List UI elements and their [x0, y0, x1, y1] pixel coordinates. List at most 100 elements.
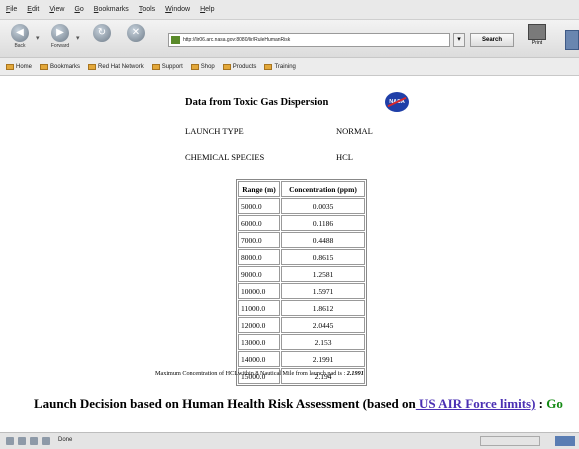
status-text: Done: [58, 437, 73, 443]
reload-icon: ↻: [93, 24, 111, 42]
bookmark-bookmarks[interactable]: Bookmarks: [40, 63, 81, 70]
bookmark-label: Products: [232, 63, 257, 70]
range-cell: 5000.0: [238, 198, 280, 214]
folder-icon: [151, 63, 160, 70]
online-status-icon: [555, 436, 575, 446]
menu-help[interactable]: Help: [200, 6, 214, 13]
chemical-species-label: CHEMICAL SPECIES: [185, 152, 265, 162]
bookmark-label: Bookmarks: [50, 63, 81, 70]
mail-icon[interactable]: [6, 437, 14, 445]
reload-button[interactable]: ↻: [88, 24, 116, 54]
range-cell: 6000.0: [238, 215, 280, 231]
table-row: 11000.0 1.8612: [238, 300, 365, 316]
range-cell: 12000.0: [238, 317, 280, 333]
menu-tools[interactable]: Tools: [139, 6, 155, 13]
search-button[interactable]: Search: [470, 33, 514, 47]
print-label: Print: [531, 40, 543, 46]
printer-icon: [528, 24, 546, 40]
bookmark-red-hat-network[interactable]: Red Hat Network: [88, 63, 144, 70]
folder-icon: [40, 63, 49, 70]
search-label: Search: [481, 37, 502, 43]
menu-edit[interactable]: Edit: [27, 6, 39, 13]
concentration-cell: 2.1991: [281, 351, 365, 367]
back-arrow-icon: ◀: [11, 24, 29, 42]
menu-bookmarks[interactable]: Bookmarks: [94, 6, 129, 13]
menu-view[interactable]: View: [49, 6, 64, 13]
launch-type-value: NORMAL: [336, 126, 373, 136]
concentration-cell: 0.4488: [281, 232, 365, 248]
bookmark-training[interactable]: Training: [264, 63, 296, 70]
range-cell: 9000.0: [238, 266, 280, 282]
range-cell: 13000.0: [238, 334, 280, 350]
site-icon: [171, 36, 180, 44]
bookmark-label: Home: [16, 63, 33, 70]
bookmark-products[interactable]: Products: [222, 63, 257, 70]
max-concentration-line: Maximum Concentration of HCLwithin 8 Nau…: [155, 370, 364, 377]
concentration-cell: 1.5971: [281, 283, 365, 299]
concentration-cell: 0.0035: [281, 198, 365, 214]
concentration-cell: 1.8612: [281, 300, 365, 316]
nasa-logo-icon: NASA: [385, 92, 409, 112]
decision-text: Launch Decision based on Human Health Ri…: [34, 396, 416, 411]
concentration-cell: 0.1186: [281, 215, 365, 231]
menu-window[interactable]: Window: [165, 6, 190, 13]
composer-icon[interactable]: [18, 437, 26, 445]
forward-history-dropdown[interactable]: ▾: [76, 34, 80, 42]
range-cell: 7000.0: [238, 232, 280, 248]
home-icon: [6, 63, 14, 70]
menu-file[interactable]: File: [6, 6, 17, 13]
table-row: 8000.0 0.8615: [238, 249, 365, 265]
back-label: Back: [14, 43, 26, 49]
url-text: http://lir06.arc.nasa.gov:8080/lir/RuleH…: [183, 37, 291, 43]
print-button[interactable]: Print: [524, 24, 550, 54]
forward-label: Forward: [50, 43, 70, 49]
bookmark-support[interactable]: Support: [151, 63, 183, 70]
table-row: 9000.0 1.2581: [238, 266, 365, 282]
page-content: Data from Toxic Gas Dispersion NASA LAUN…: [0, 76, 579, 432]
stop-button[interactable]: ✕: [122, 24, 150, 54]
concentration-table: Range (m) Concentration (ppm) 5000.0 0.00…: [236, 179, 367, 386]
table-row: 5000.0 0.0035: [238, 198, 365, 214]
concentration-cell: 2.153: [281, 334, 365, 350]
launch-type-label: LAUNCH TYPE: [185, 126, 244, 136]
back-history-dropdown[interactable]: ▾: [36, 34, 40, 42]
bookmark-home[interactable]: Home: [6, 63, 33, 70]
launch-decision: Launch Decision based on Human Health Ri…: [34, 396, 563, 412]
menu-bar: File Edit View Go Bookmarks Tools Window…: [0, 0, 579, 20]
folder-icon: [190, 63, 199, 70]
range-cell: 10000.0: [238, 283, 280, 299]
concentration-cell: 0.8615: [281, 249, 365, 265]
bookmark-label: Support: [161, 63, 183, 70]
url-dropdown-button[interactable]: ▾: [453, 33, 465, 47]
table-row: 14000.0 2.1991: [238, 351, 365, 367]
concentration-cell: 1.2581: [281, 266, 365, 282]
decision-separator: :: [535, 396, 547, 411]
us-air-force-limits-link[interactable]: US AIR Force limits): [416, 396, 535, 411]
range-cell: 8000.0: [238, 249, 280, 265]
bookmark-label: Training: [274, 63, 296, 70]
bookmark-label: Shop: [200, 63, 215, 70]
menu-go[interactable]: Go: [74, 6, 83, 13]
table-header-row: Range (m) Concentration (ppm): [238, 181, 365, 197]
concentration-header: Concentration (ppm): [281, 181, 365, 197]
progress-area: [480, 436, 540, 446]
concentration-cell: 2.0445: [281, 317, 365, 333]
max-concentration-value: 2.1991: [346, 370, 364, 377]
bookmarks-toolbar: Home Bookmarks Red Hat Network Support S…: [0, 58, 579, 76]
security-icon: [42, 437, 50, 445]
forward-button[interactable]: ▶ Forward: [46, 24, 74, 54]
back-button[interactable]: ◀ Back: [6, 24, 34, 54]
chemical-species-value: HCL: [336, 152, 353, 162]
status-icons: [6, 437, 54, 445]
throbber-icon: [565, 30, 579, 50]
url-field[interactable]: http://lir06.arc.nasa.gov:8080/lir/RuleH…: [168, 33, 450, 47]
range-header: Range (m): [238, 181, 280, 197]
address-book-icon[interactable]: [30, 437, 38, 445]
table-row: 13000.0 2.153: [238, 334, 365, 350]
page-title: Data from Toxic Gas Dispersion: [185, 97, 329, 108]
navigation-toolbar: ◀ Back ▾ ▶ Forward ▾ ↻ ✕ http://lir06.ar…: [0, 20, 579, 58]
forward-arrow-icon: ▶: [51, 24, 69, 42]
bookmark-shop[interactable]: Shop: [190, 63, 215, 70]
bookmark-icon: [88, 63, 97, 70]
status-bar: Done: [0, 432, 579, 449]
